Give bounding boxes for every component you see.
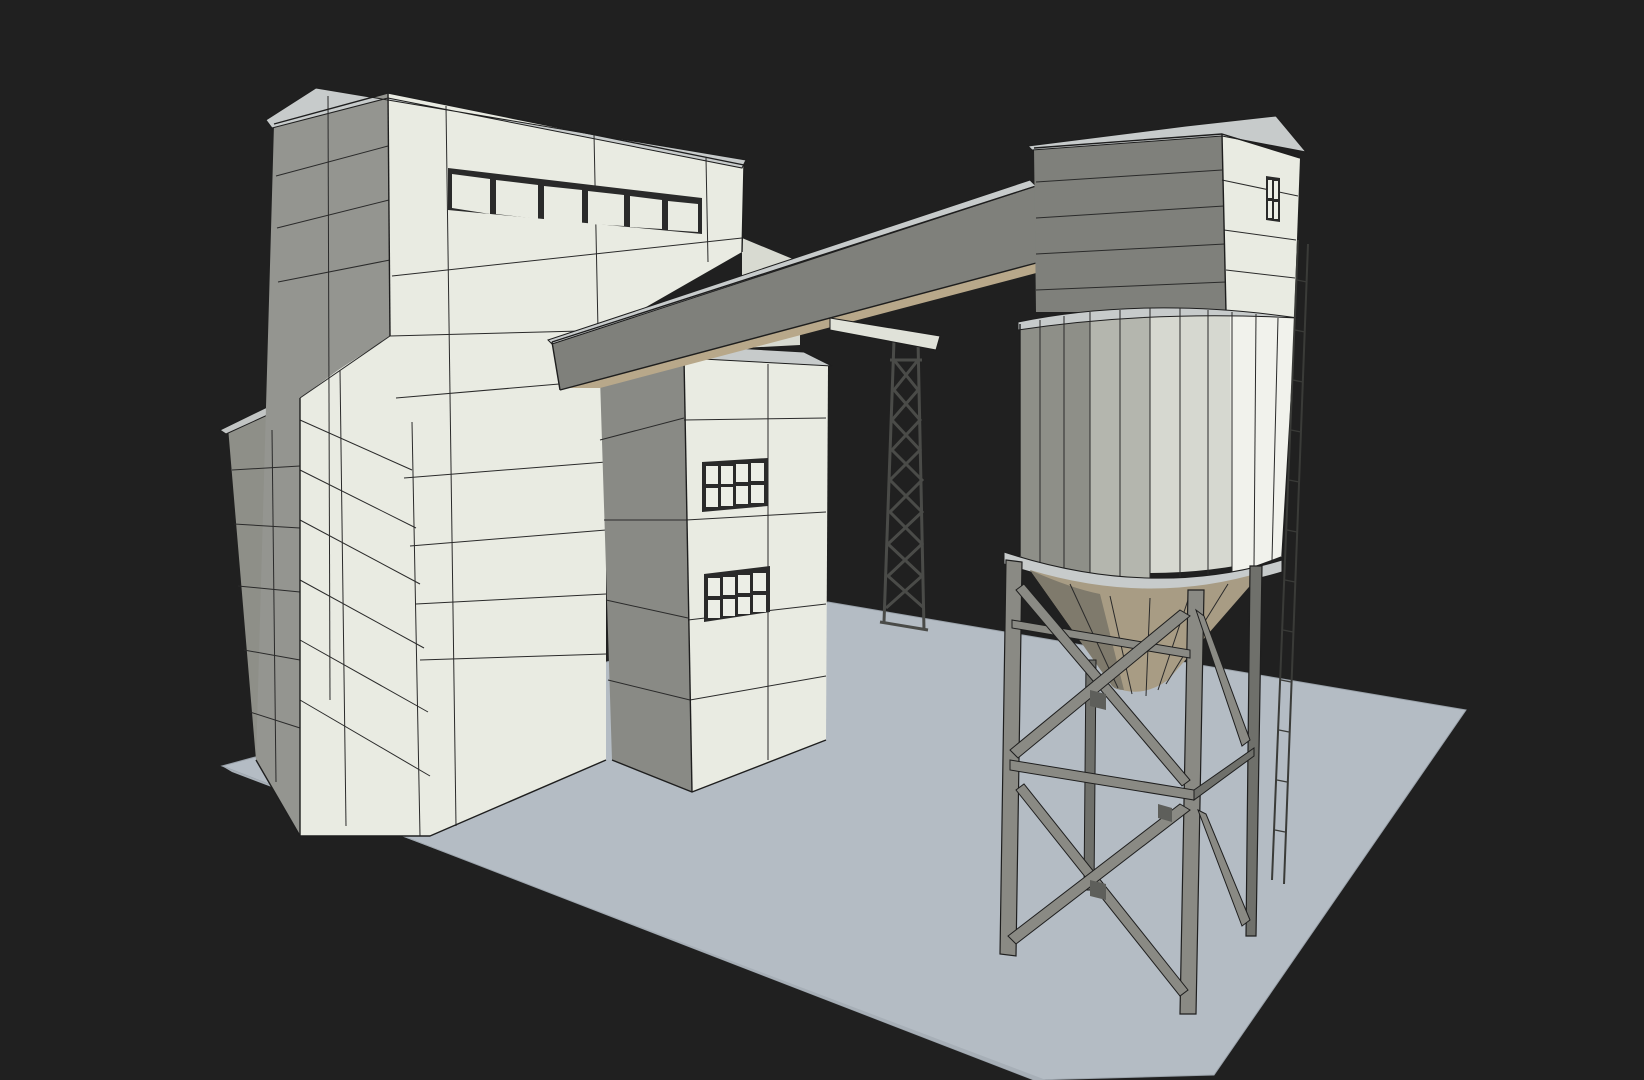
industrial-plant-model: [218, 87, 1467, 1080]
tower-windows-upper: [702, 458, 768, 512]
stair-tower: [595, 343, 833, 793]
3d-viewport[interactable]: [0, 0, 1644, 1080]
lattice-support-tower: [879, 339, 929, 632]
head-house: [1026, 115, 1308, 320]
